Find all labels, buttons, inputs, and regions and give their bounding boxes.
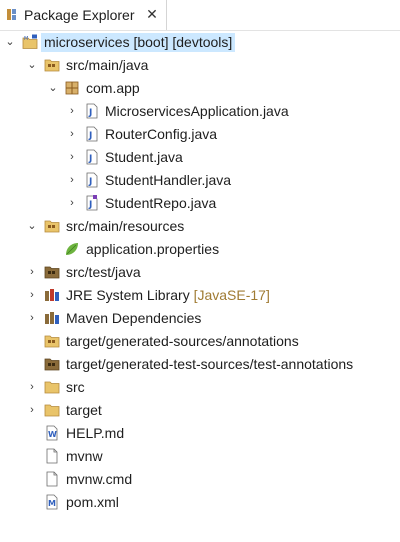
view-header: Package Explorer ✕ <box>0 0 400 30</box>
file-icon <box>44 448 60 464</box>
tree-item-label: mvnw <box>66 448 103 464</box>
chevron-down-icon[interactable]: ⌄ <box>47 82 59 94</box>
svg-text:J: J <box>88 154 92 164</box>
tree-item-label: RouterConfig.java <box>105 126 218 142</box>
tree-item-label: src <box>66 379 85 395</box>
tree-item-target[interactable]: › target <box>0 399 400 422</box>
source-folder-icon <box>44 264 60 280</box>
tree-item-maven-dependencies[interactable]: › Maven Dependencies <box>0 307 400 330</box>
svg-text:W: W <box>48 430 57 439</box>
java-file-icon: J <box>84 103 100 119</box>
svg-text:J: J <box>88 200 92 210</box>
tree-item-jre-system-library[interactable]: › JRE System Library [JavaSE-17] <box>0 284 400 307</box>
spring-leaf-icon <box>64 241 80 257</box>
chevron-down-icon[interactable]: ⌄ <box>26 59 38 71</box>
svg-text:J: J <box>88 108 92 118</box>
tree-item-mvnw-cmd[interactable]: mvnw.cmd <box>0 468 400 491</box>
tree-item-label: Maven Dependencies <box>66 310 202 326</box>
tree-item-src-test-java[interactable]: › src/test/java <box>0 261 400 284</box>
project-label: microservices [boot] [devtools] <box>41 33 236 52</box>
source-folder-icon <box>44 333 60 349</box>
chevron-down-icon[interactable]: ⌄ <box>26 220 38 232</box>
chevron-down-icon[interactable]: ⌄ <box>4 36 16 48</box>
tree-item-generated-sources[interactable]: target/generated-sources/annotations <box>0 330 400 353</box>
java-file-icon: J <box>84 172 100 188</box>
tree-item-microservices-application[interactable]: › J MicroservicesApplication.java <box>0 100 400 123</box>
tree-item-label: HELP.md <box>66 425 125 441</box>
tree-item-src-main-resources[interactable]: ⌄ src/main/resources <box>0 215 400 238</box>
tree-item-student-handler[interactable]: › J StudentHandler.java <box>0 169 400 192</box>
java-file-icon: J <box>84 149 100 165</box>
chevron-right-icon[interactable]: › <box>26 289 38 301</box>
tree-item-label: JRE System Library [JavaSE-17] <box>66 286 270 305</box>
chevron-right-icon[interactable]: › <box>66 151 78 163</box>
tree-item-label: src/main/resources <box>66 218 185 234</box>
svg-text:M: M <box>48 499 56 508</box>
tree-item-student-repo[interactable]: › J StudentRepo.java <box>0 192 400 215</box>
tree-item-label: target/generated-sources/annotations <box>66 333 299 349</box>
tree-item-label: target/generated-test-sources/test-annot… <box>66 356 354 372</box>
markdown-file-icon: W <box>44 425 60 441</box>
tree-item-label: StudentRepo.java <box>105 195 217 211</box>
chevron-right-icon[interactable]: › <box>66 174 78 186</box>
chevron-right-icon[interactable]: › <box>26 381 38 393</box>
source-folder-icon <box>44 57 60 73</box>
tree-item-label: src/main/java <box>66 57 149 73</box>
tree-item-pom-xml[interactable]: M pom.xml <box>0 491 400 514</box>
view-title: Package Explorer <box>24 7 135 23</box>
svg-text:M: M <box>24 36 28 42</box>
package-icon <box>64 80 80 96</box>
tree-item-generated-test-sources[interactable]: target/generated-test-sources/test-annot… <box>0 353 400 376</box>
java-project-icon: M <box>22 34 38 50</box>
tree-item-student[interactable]: › J Student.java <box>0 146 400 169</box>
close-icon[interactable]: ✕ <box>145 6 159 22</box>
tree-item-project[interactable]: ⌄ M microservices [boot] [devtools] <box>0 31 400 54</box>
package-explorer-tab[interactable]: Package Explorer ✕ <box>0 0 167 30</box>
source-folder-icon <box>44 218 60 234</box>
tree-item-label: StudentHandler.java <box>105 172 232 188</box>
tree-item-help-md[interactable]: W HELP.md <box>0 422 400 445</box>
tree-item-label: src/test/java <box>66 264 141 280</box>
tree-item-src[interactable]: › src <box>0 376 400 399</box>
library-icon <box>44 287 60 303</box>
svg-text:J: J <box>88 177 92 187</box>
chevron-right-icon[interactable]: › <box>66 197 78 209</box>
xml-file-icon: M <box>44 494 60 510</box>
tree-item-application-properties[interactable]: application.properties <box>0 238 400 261</box>
tree-item-label: MicroservicesApplication.java <box>105 103 289 119</box>
tree-item-com-app[interactable]: ⌄ com.app <box>0 77 400 100</box>
package-explorer-view: Package Explorer ✕ ⌄ M microservices [bo… <box>0 0 400 542</box>
library-name: JRE System Library <box>66 287 190 303</box>
tree-item-label: target <box>66 402 102 418</box>
tree-item-src-main-java[interactable]: ⌄ src/main/java <box>0 54 400 77</box>
tree-item-label: mvnw.cmd <box>66 471 133 487</box>
source-folder-icon <box>44 356 60 372</box>
java-file-icon: J <box>84 126 100 142</box>
folder-icon <box>44 379 60 395</box>
chevron-right-icon[interactable]: › <box>26 266 38 278</box>
tree-item-label: com.app <box>86 80 140 96</box>
tree-item-mvnw[interactable]: mvnw <box>0 445 400 468</box>
jre-version-decoration: [JavaSE-17] <box>193 287 270 303</box>
chevron-right-icon[interactable]: › <box>26 404 38 416</box>
svg-text:J: J <box>88 131 92 141</box>
java-interface-file-icon: J <box>84 195 100 211</box>
tree-item-router-config[interactable]: › J RouterConfig.java <box>0 123 400 146</box>
tree-item-label: Student.java <box>105 149 183 165</box>
library-icon <box>44 310 60 326</box>
folder-icon <box>44 402 60 418</box>
chevron-right-icon[interactable]: › <box>66 105 78 117</box>
file-icon <box>44 471 60 487</box>
chevron-right-icon[interactable]: › <box>66 128 78 140</box>
tree-item-label: application.properties <box>86 241 220 257</box>
package-explorer-icon <box>6 8 18 21</box>
chevron-right-icon[interactable]: › <box>26 312 38 324</box>
tree-item-label: pom.xml <box>66 494 119 510</box>
